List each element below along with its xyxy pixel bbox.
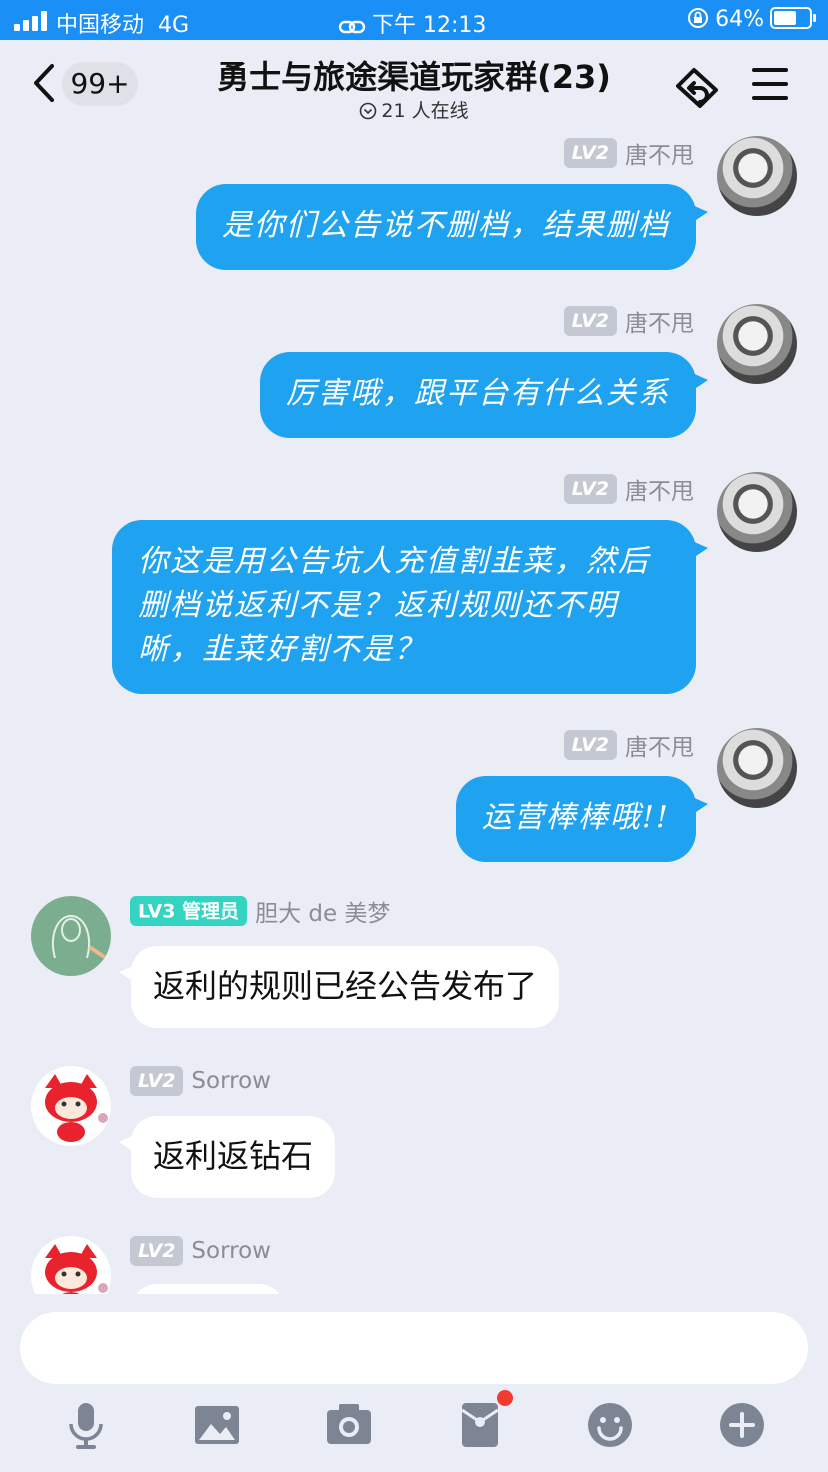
- unread-count-badge[interactable]: 99+: [62, 62, 138, 106]
- message-list[interactable]: LV2 唐不甩 是你们公告说不删档，结果删档 LV2 唐不甩 厉害哦，跟平台有什么关…: [0, 128, 828, 1294]
- level-badge: LV2: [563, 474, 617, 504]
- message-bubble[interactable]: 返利返钻石: [118, 1116, 336, 1198]
- level-badge: LV2: [130, 1236, 184, 1266]
- online-count[interactable]: 21 人在线: [250, 96, 578, 123]
- sender-name: 唐不甩: [625, 735, 694, 761]
- message-input[interactable]: [20, 1312, 808, 1384]
- battery-icon: [770, 7, 816, 29]
- level-badge: LV3 管理员: [130, 896, 248, 926]
- avatar[interactable]: [31, 1236, 111, 1294]
- avatar[interactable]: [31, 1066, 111, 1146]
- sender-name: 胆大 de 美梦: [255, 901, 391, 927]
- plus-icon[interactable]: [717, 1400, 767, 1450]
- avatar[interactable]: [717, 472, 797, 552]
- sender-name: 唐不甩: [625, 479, 694, 505]
- sender-meta: LV2 Sorrow: [130, 1066, 271, 1096]
- menu-icon[interactable]: [752, 68, 788, 100]
- red-packet-button[interactable]: [455, 1390, 513, 1450]
- avatar[interactable]: [717, 728, 797, 808]
- message-bubble[interactable]: [131, 1284, 285, 1294]
- message-bubble[interactable]: 运营棒棒哦!!: [455, 776, 709, 862]
- message-bubble[interactable]: 你这是用公告坑人充值割韭菜，然后删档说返利不是？返利规则还不明晰，韭菜好割不是？: [112, 520, 708, 694]
- message-bubble[interactable]: 返利的规则已经公告发布了: [118, 946, 560, 1028]
- microphone-icon[interactable]: [61, 1400, 111, 1450]
- sender-meta: LV2 唐不甩: [563, 304, 694, 337]
- message-bubble[interactable]: 厉害哦，跟平台有什么关系: [260, 352, 708, 438]
- signal-icon: [14, 11, 48, 31]
- avatar[interactable]: [717, 304, 797, 384]
- level-badge: LV2: [563, 730, 617, 760]
- link-icon: [338, 20, 366, 34]
- fox-avatar-icon: [45, 1244, 108, 1294]
- group-title[interactable]: 勇士与旅途渠道玩家群(23): [160, 52, 668, 98]
- camera-icon[interactable]: [324, 1400, 374, 1450]
- status-time: 下午 12:13: [338, 7, 486, 39]
- status-bar: 中国移动 4G 下午 12:13 64%: [0, 0, 828, 40]
- fox-avatar-icon: [45, 1074, 108, 1142]
- notification-dot: [497, 1390, 513, 1406]
- chat-header: 99+ 勇士与旅途渠道玩家群(23) 21 人在线: [0, 40, 828, 128]
- sender-meta: LV2 唐不甩: [563, 136, 694, 169]
- red-packet-icon: [461, 1403, 499, 1447]
- status-right: 64%: [687, 7, 816, 32]
- image-icon[interactable]: [192, 1400, 242, 1450]
- back-icon[interactable]: [30, 60, 60, 106]
- level-badge: LV2: [130, 1066, 184, 1096]
- sender-meta: LV3 管理员 胆大 de 美梦: [130, 894, 391, 927]
- sender-meta: LV2 Sorrow: [130, 1236, 271, 1266]
- sender-name: 唐不甩: [625, 143, 694, 169]
- sender-meta: LV2 唐不甩: [563, 472, 694, 505]
- sender-name: 唐不甩: [625, 311, 694, 337]
- level-badge: LV2: [563, 138, 617, 168]
- avatar[interactable]: [717, 136, 797, 216]
- sender-name: Sorrow: [191, 1238, 271, 1264]
- orientation-lock-icon: [688, 8, 709, 28]
- chevron-circle-icon: [360, 102, 377, 120]
- avatar[interactable]: [31, 896, 111, 976]
- share-icon[interactable]: [670, 60, 726, 110]
- avatar-illustration: [52, 914, 105, 959]
- carrier-label: 中国移动 4G: [56, 13, 190, 38]
- level-badge: LV2: [563, 306, 617, 336]
- sender-meta: LV2 唐不甩: [563, 728, 694, 761]
- message-bubble[interactable]: 是你们公告说不删档，结果删档: [196, 184, 708, 270]
- input-area: [0, 1294, 828, 1472]
- sender-name: Sorrow: [191, 1068, 271, 1094]
- battery-percent: 64%: [715, 7, 764, 32]
- emoji-icon[interactable]: [585, 1400, 635, 1450]
